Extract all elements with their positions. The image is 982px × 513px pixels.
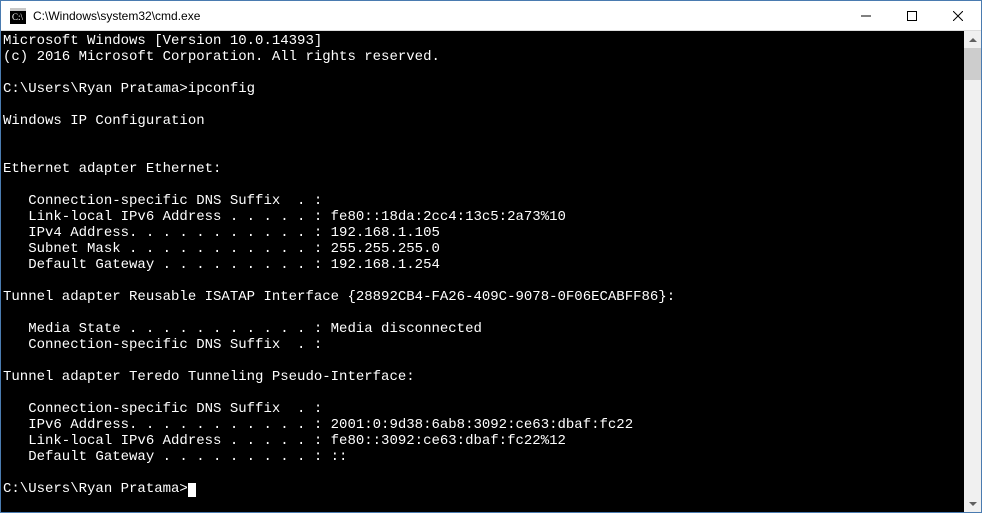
cursor [188,483,196,497]
titlebar[interactable]: C:\ C:\Windows\system32\cmd.exe [1,1,981,31]
cmd-window: C:\ C:\Windows\system32\cmd.exe Microsof… [0,0,982,513]
console-area: Microsoft Windows [Version 10.0.14393] (… [1,31,981,512]
scroll-thumb[interactable] [964,48,981,80]
ipconfig-line: Connection-specific DNS Suffix . : [3,337,322,353]
adapter-title: Tunnel adapter Teredo Tunneling Pseudo-I… [3,369,415,385]
prompt: C:\Users\Ryan Pratama> [3,81,188,97]
prompt: C:\Users\Ryan Pratama> [3,481,188,497]
banner-line: Microsoft Windows [Version 10.0.14393] [3,33,322,49]
console-output[interactable]: Microsoft Windows [Version 10.0.14393] (… [1,31,964,512]
window-title: C:\Windows\system32\cmd.exe [33,9,843,23]
scroll-down-arrow[interactable] [964,495,981,512]
adapter-title: Tunnel adapter Reusable ISATAP Interface… [3,289,675,305]
ipconfig-line: IPv6 Address. . . . . . . . . . . : 2001… [3,417,633,433]
adapter-title: Ethernet adapter Ethernet: [3,161,221,177]
ipconfig-line: Subnet Mask . . . . . . . . . . . : 255.… [3,241,440,257]
ipconfig-line: Default Gateway . . . . . . . . . : :: [3,449,347,465]
scroll-up-arrow[interactable] [964,31,981,48]
vertical-scrollbar[interactable] [964,31,981,512]
svg-text:C:\: C:\ [12,12,24,22]
ipconfig-line: Link-local IPv6 Address . . . . . : fe80… [3,433,566,449]
section-header: Windows IP Configuration [3,113,205,129]
minimize-button[interactable] [843,1,889,30]
ipconfig-line: Media State . . . . . . . . . . . : Medi… [3,321,482,337]
ipconfig-line: Connection-specific DNS Suffix . : [3,193,322,209]
cmd-icon: C:\ [9,7,27,25]
window-controls [843,1,981,30]
close-button[interactable] [935,1,981,30]
maximize-button[interactable] [889,1,935,30]
banner-line: (c) 2016 Microsoft Corporation. All righ… [3,49,440,65]
scroll-track[interactable] [964,48,981,495]
ipconfig-line: Link-local IPv6 Address . . . . . : fe80… [3,209,566,225]
command: ipconfig [188,81,255,97]
ipconfig-line: Default Gateway . . . . . . . . . : 192.… [3,257,440,273]
ipconfig-line: Connection-specific DNS Suffix . : [3,401,322,417]
ipconfig-line: IPv4 Address. . . . . . . . . . . : 192.… [3,225,440,241]
